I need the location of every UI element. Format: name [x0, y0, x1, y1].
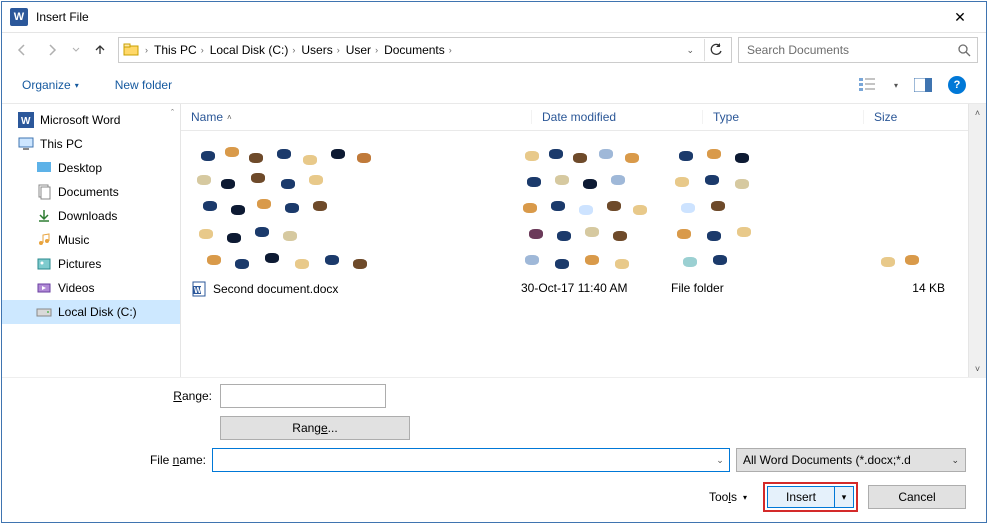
obscured-content [191, 145, 521, 275]
range-label: Range: [22, 389, 212, 403]
new-folder-button[interactable]: New folder [115, 78, 172, 92]
tree-scroll-up-icon[interactable]: ˆ [171, 108, 174, 118]
recent-dropdown-icon[interactable] [70, 38, 82, 62]
crumb-localdisk[interactable]: Local Disk (C:) [210, 43, 289, 57]
disk-icon [36, 304, 52, 320]
word-icon: W [18, 112, 34, 128]
view-mode-button[interactable] [858, 74, 880, 96]
downloads-icon [36, 208, 52, 224]
file-type: File folder [671, 281, 811, 295]
filetype-dropdown[interactable]: All Word Documents (*.docx;*.d ⌄ [736, 448, 966, 472]
word-doc-icon: W [191, 281, 207, 297]
list-item[interactable]: W Second document.docx [191, 281, 521, 297]
file-date: 30-Oct-17 11:40 AM [521, 281, 671, 295]
help-button[interactable]: ? [948, 76, 966, 94]
filename-history-dropdown-icon[interactable]: ⌄ [711, 455, 729, 466]
folder-icon [123, 42, 139, 58]
chevron-right-icon[interactable]: › [201, 45, 204, 55]
organize-menu[interactable]: Organize▾ [22, 78, 79, 92]
file-name: Second document.docx [213, 282, 338, 296]
file-list-panel: Name˄ Date modified Type Size W [181, 104, 986, 377]
tree-videos[interactable]: Videos [2, 276, 180, 300]
address-bar[interactable]: › This PC› Local Disk (C:)› Users› User›… [118, 37, 732, 63]
crumb-documents[interactable]: Documents [384, 43, 445, 57]
window-title: Insert File [36, 10, 89, 24]
tree-documents[interactable]: Documents [2, 180, 180, 204]
vertical-scrollbar[interactable]: ˄ ˅ [968, 104, 986, 377]
insert-file-dialog: W Insert File ✕ › This PC › Local Disk (C… [1, 1, 987, 523]
chevron-right-icon[interactable]: › [292, 45, 295, 55]
view-dropdown-icon[interactable]: ▾ [894, 81, 898, 90]
tree-music[interactable]: Music [2, 228, 180, 252]
obscured-content [521, 145, 671, 275]
monitor-icon [18, 136, 34, 152]
close-button[interactable]: ✕ [940, 9, 980, 26]
column-size[interactable]: Size [864, 110, 969, 124]
column-headers: Name˄ Date modified Type Size [181, 104, 986, 131]
crumb-users[interactable]: Users [301, 43, 332, 57]
tree-pictures[interactable]: Pictures [2, 252, 180, 276]
svg-text:W: W [21, 116, 31, 127]
obscured-content [671, 145, 811, 275]
chevron-right-icon[interactable]: › [449, 45, 452, 55]
back-button[interactable] [10, 38, 34, 62]
chevron-right-icon[interactable]: › [145, 45, 148, 55]
scroll-up-icon[interactable]: ˄ [969, 104, 986, 121]
address-dropdown-icon[interactable]: ⌄ [686, 45, 694, 56]
chevron-right-icon[interactable]: › [337, 45, 340, 55]
column-date[interactable]: Date modified [532, 110, 703, 124]
chevron-right-icon[interactable]: › [375, 45, 378, 55]
desktop-icon [36, 160, 52, 176]
crumb-user[interactable]: User [346, 43, 371, 57]
tree-desktop[interactable]: Desktop [2, 156, 180, 180]
filetype-label: All Word Documents (*.docx;*.d [743, 453, 911, 467]
music-icon [36, 232, 52, 248]
bottom-panel: Range: Range... File name: ⌄ All Word Do… [2, 377, 986, 522]
search-icon[interactable] [957, 43, 971, 57]
insert-dropdown-button[interactable]: ▾ [835, 486, 854, 508]
file-list[interactable]: W Second document.docx 30-Oct-17 11:40 A… [181, 131, 986, 377]
tree-downloads[interactable]: Downloads [2, 204, 180, 228]
search-input[interactable] [745, 42, 957, 58]
documents-icon [36, 184, 52, 200]
navigation-tree[interactable]: ˆ W Microsoft Word This PC Desktop Docum… [2, 104, 181, 377]
obscured-content [811, 145, 945, 275]
filename-label: File name: [22, 453, 206, 467]
tree-microsoft-word[interactable]: W Microsoft Word [2, 108, 180, 132]
insert-button[interactable]: Insert [767, 486, 835, 508]
filename-input[interactable] [213, 453, 711, 467]
column-name[interactable]: Name˄ [181, 110, 532, 124]
tree-local-disk[interactable]: Local Disk (C:) [2, 300, 180, 324]
videos-icon [36, 280, 52, 296]
search-box[interactable] [738, 37, 978, 63]
main-area: ˆ W Microsoft Word This PC Desktop Docum… [2, 104, 986, 377]
forward-button[interactable] [40, 38, 64, 62]
toolbar: Organize▾ New folder ▾ ? [2, 67, 986, 104]
tools-menu[interactable]: Tools▾ [709, 490, 747, 504]
tree-this-pc[interactable]: This PC [2, 132, 180, 156]
insert-highlight: Insert ▾ [763, 482, 858, 512]
preview-pane-button[interactable] [912, 74, 934, 96]
navigation-row: › This PC› Local Disk (C:)› Users› User›… [2, 33, 986, 67]
word-app-icon: W [10, 8, 28, 26]
crumb-thispc[interactable]: This PC [154, 43, 197, 57]
chevron-down-icon: ⌄ [951, 455, 959, 466]
up-button[interactable] [88, 38, 112, 62]
svg-text:W: W [194, 286, 202, 295]
pictures-icon [36, 256, 52, 272]
refresh-button[interactable] [704, 39, 727, 61]
cancel-button[interactable]: Cancel [868, 485, 966, 509]
range-button[interactable]: Range... [220, 416, 410, 440]
column-type[interactable]: Type [703, 110, 864, 124]
range-input[interactable] [220, 384, 386, 408]
scroll-down-icon[interactable]: ˅ [969, 360, 986, 377]
file-size: 14 KB [811, 281, 945, 295]
title-bar: W Insert File ✕ [2, 2, 986, 33]
sort-asc-icon: ˄ [227, 113, 232, 122]
filename-field[interactable]: ⌄ [212, 448, 730, 472]
